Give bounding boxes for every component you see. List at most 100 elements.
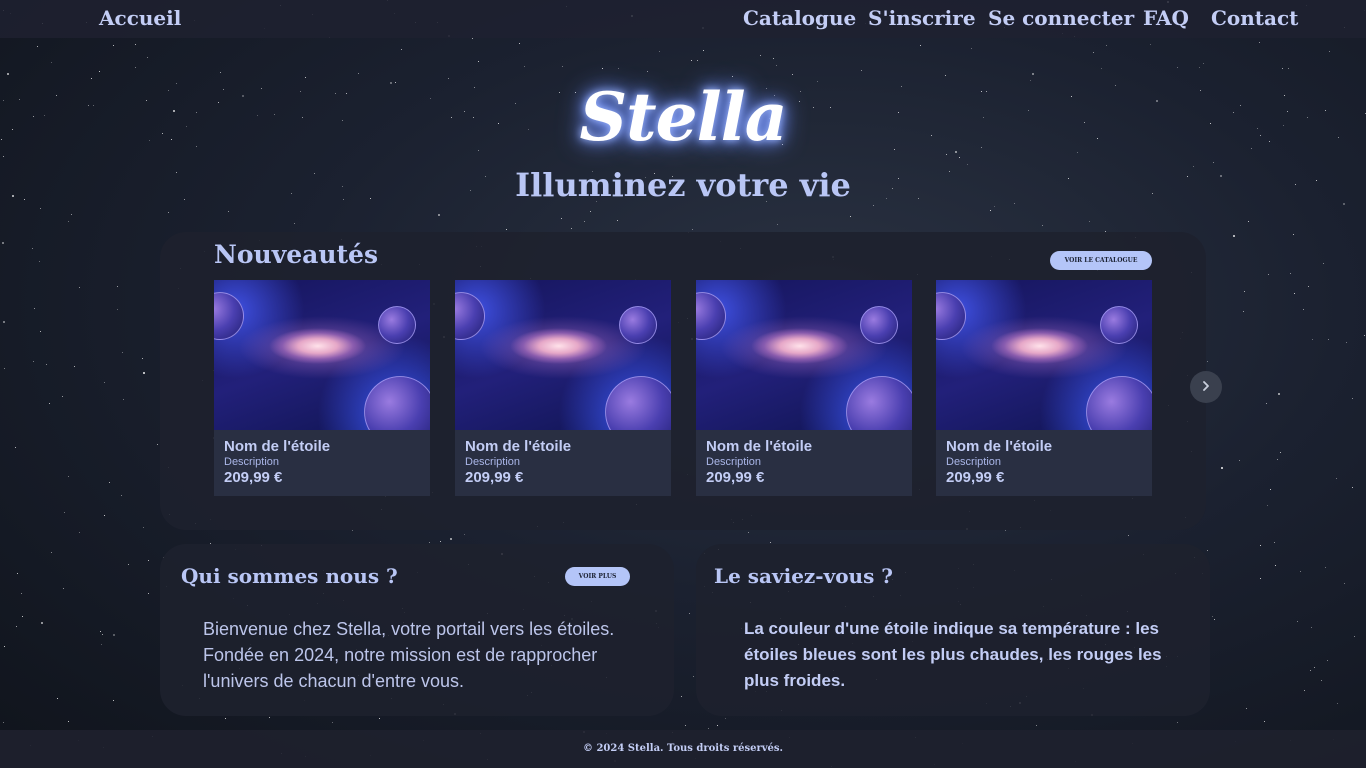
nav-contact-link[interactable]: Contact (1211, 6, 1298, 30)
star-dot (49, 403, 50, 404)
star-dot (4, 368, 5, 369)
star-dot (571, 228, 572, 229)
star-dot (440, 541, 441, 542)
about-panel: Qui sommes nous ? VOIR PLUS Bienvenue ch… (160, 544, 674, 716)
star-dot (1005, 530, 1006, 531)
star-dot (732, 76, 733, 77)
star-dot (51, 62, 52, 63)
star-dot (478, 61, 479, 62)
star-dot (1337, 703, 1338, 704)
star-dot (143, 527, 144, 528)
star-dot (1203, 63, 1204, 64)
product-card[interactable]: Nom de l'étoile Description 209,99 € (696, 280, 912, 496)
star-dot (46, 364, 47, 365)
star-dot (1214, 619, 1215, 620)
product-image (214, 280, 430, 430)
star-dot (143, 372, 145, 374)
star-dot (64, 512, 65, 513)
star-dot (1277, 459, 1278, 460)
hero-tagline: Illuminez votre vie (515, 166, 851, 204)
star-dot (401, 49, 402, 50)
product-description: Description (946, 456, 1002, 468)
nav-home-link[interactable]: Accueil (99, 6, 181, 30)
star-dot (464, 534, 465, 535)
star-dot (117, 286, 118, 287)
star-dot (945, 75, 946, 76)
product-price: 209,99 € (224, 469, 283, 486)
star-dot (1354, 636, 1355, 637)
star-dot (102, 634, 103, 635)
star-dot (1032, 73, 1034, 75)
product-name: Nom de l'étoile (706, 438, 813, 455)
star-dot (117, 309, 118, 310)
star-dot (1346, 342, 1347, 343)
star-dot (717, 725, 718, 726)
star-dot (1314, 667, 1315, 668)
star-dot (1128, 535, 1129, 536)
star-dot (659, 51, 660, 52)
star-dot (584, 221, 585, 222)
star-dot (1259, 42, 1260, 43)
star-dot (959, 157, 960, 158)
star-dot (148, 560, 149, 561)
nav-catalogue-link[interactable]: Catalogue (743, 6, 856, 30)
star-dot (135, 44, 136, 45)
star-dot (1364, 335, 1365, 336)
star-dot (123, 399, 124, 400)
star-dot (2, 242, 4, 244)
star-dot (101, 644, 102, 645)
star-dot (1207, 550, 1208, 551)
star-dot (104, 515, 105, 516)
star-dot (1150, 44, 1151, 45)
nav-faq-link[interactable]: FAQ (1143, 6, 1189, 30)
star-dot (109, 482, 110, 483)
star-dot (57, 698, 58, 699)
star-dot (1246, 708, 1247, 709)
star-dot (681, 696, 682, 697)
star-dot (1308, 286, 1309, 287)
star-dot (773, 58, 774, 59)
nav-register-link[interactable]: S'inscrire (868, 6, 976, 30)
view-catalogue-button[interactable]: VOIR LE CATALOGUE (1050, 251, 1152, 270)
carousel-next-button[interactable] (1190, 371, 1222, 403)
star-dot (1267, 505, 1268, 506)
star-dot (142, 358, 143, 359)
star-dot (1300, 571, 1301, 572)
star-dot (21, 593, 22, 594)
fun-fact-panel: Le saviez-vous ? La couleur d'une étoile… (696, 544, 1210, 716)
star-dot (22, 616, 23, 617)
star-dot (697, 60, 698, 61)
star-dot (1310, 670, 1311, 671)
product-card[interactable]: Nom de l'étoile Description 209,99 € (214, 280, 430, 496)
fun-fact-title: Le saviez-vous ? (714, 564, 894, 588)
product-card[interactable]: Nom de l'étoile Description 209,99 € (936, 280, 1152, 496)
star-dot (776, 65, 777, 66)
star-dot (708, 728, 709, 729)
star-dot (99, 71, 100, 72)
product-description: Description (465, 456, 521, 468)
star-dot (358, 73, 359, 74)
star-dot (33, 361, 34, 362)
star-dot (617, 220, 618, 221)
product-price: 209,99 € (706, 469, 765, 486)
product-image (696, 280, 912, 430)
star-dot (1294, 293, 1295, 294)
star-dot (3, 156, 4, 157)
product-card[interactable]: Nom de l'étoile Description 209,99 € (455, 280, 671, 496)
star-dot (113, 634, 115, 636)
product-image (936, 280, 1152, 430)
star-dot (1248, 221, 1249, 222)
see-more-button[interactable]: VOIR PLUS (565, 567, 630, 586)
star-dot (7, 73, 9, 75)
star-dot (994, 206, 995, 207)
star-dot (379, 718, 380, 719)
star-dot (777, 224, 778, 225)
nav-login-link[interactable]: Se connecter (988, 6, 1134, 30)
star-dot (1352, 398, 1353, 399)
star-dot (68, 221, 69, 222)
star-dot (1304, 690, 1305, 691)
star-dot (524, 66, 525, 67)
star-dot (1293, 234, 1294, 235)
star-dot (1221, 467, 1223, 469)
star-dot (51, 552, 52, 553)
